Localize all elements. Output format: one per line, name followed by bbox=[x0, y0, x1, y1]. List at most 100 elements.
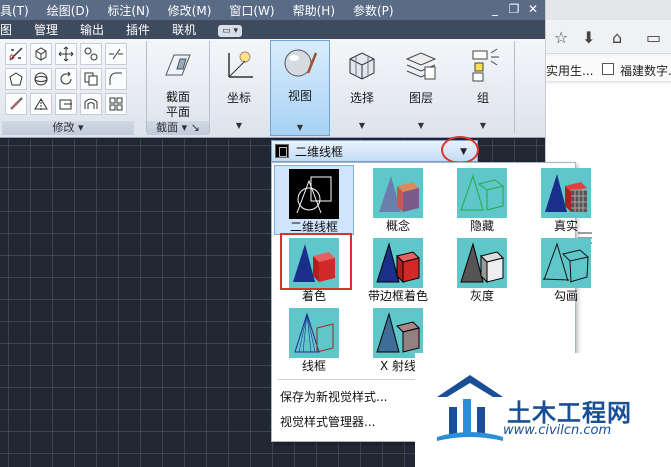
layers-label: 图层 bbox=[408, 91, 433, 105]
layers-button[interactable]: 图层 ▼ bbox=[393, 43, 449, 133]
browser-titlebar bbox=[546, 0, 671, 20]
rect-array-tool[interactable] bbox=[105, 93, 127, 115]
rotate-tool[interactable] bbox=[55, 68, 77, 90]
visual-style-sketchy[interactable]: 勾画 bbox=[526, 235, 606, 305]
grayscale-icon bbox=[457, 238, 507, 288]
fillet-icon bbox=[109, 72, 122, 85]
bookmark-item[interactable]: 福建数字... bbox=[620, 62, 671, 79]
tab-online[interactable]: 联机 bbox=[161, 21, 207, 38]
wireframe-2d-swatch-icon bbox=[275, 144, 289, 158]
visual-style-realistic[interactable]: 真实 bbox=[526, 165, 606, 235]
visual-style-grayscale[interactable]: 灰度 bbox=[442, 235, 522, 305]
menu-draw[interactable]: 绘图(D) bbox=[38, 2, 99, 19]
tab-view[interactable]: 图 bbox=[0, 21, 23, 38]
coordinates-button[interactable]: 坐标 ▼ bbox=[211, 43, 267, 133]
highlight-box bbox=[280, 233, 352, 290]
restore-icon[interactable]: ❐ bbox=[506, 1, 522, 17]
bookmark-item[interactable]: 实用生... bbox=[546, 62, 593, 79]
conceptual-icon bbox=[373, 168, 423, 218]
mirror-tool[interactable] bbox=[30, 93, 52, 115]
tab-output[interactable]: 输出 bbox=[69, 21, 115, 38]
visual-style-shaded-edges[interactable]: 带边框着色 bbox=[358, 235, 438, 305]
menu-dimension[interactable]: 标注(N) bbox=[98, 2, 158, 19]
fillet-tool[interactable] bbox=[105, 68, 127, 90]
visual-style-wireframe-2d[interactable]: 二维线框 bbox=[274, 165, 354, 235]
copy-tool[interactable] bbox=[80, 68, 102, 90]
watermark: 土木工程网 www.civilcn.com bbox=[415, 353, 671, 467]
array-tool[interactable] bbox=[5, 68, 27, 90]
view-button[interactable]: 视图 ▼ bbox=[270, 40, 330, 136]
home-icon[interactable]: ⌂ bbox=[612, 28, 622, 47]
menu-modify[interactable]: 修改(M) bbox=[159, 2, 221, 19]
rotate-icon bbox=[60, 71, 72, 85]
current-visual-style: 二维线框 bbox=[295, 144, 344, 159]
tab-extra-button[interactable]: ▭ ▾ bbox=[207, 22, 253, 37]
minimize-icon[interactable]: _ bbox=[487, 1, 503, 17]
visual-style-wireframe[interactable]: 线框 bbox=[274, 305, 354, 375]
group-button[interactable]: 组 ▼ bbox=[455, 43, 511, 133]
chevron-down-icon: ▼ bbox=[235, 121, 243, 130]
visual-style-conceptual[interactable]: 概念 bbox=[358, 165, 438, 235]
offset-icon bbox=[84, 98, 98, 109]
close-icon[interactable]: ✕ bbox=[525, 1, 541, 17]
panel-divider bbox=[514, 41, 515, 133]
panel-title-modify[interactable]: 修改 ▾ bbox=[2, 121, 134, 135]
chevron-down-icon: ▼ bbox=[479, 121, 487, 130]
menu-divider bbox=[278, 379, 418, 380]
page-icon bbox=[602, 63, 614, 75]
stretch-tool[interactable] bbox=[55, 93, 77, 115]
visual-style-manager-item[interactable]: 视觉样式管理器... bbox=[280, 413, 375, 430]
coordinates-label: 坐标 bbox=[226, 91, 251, 105]
panel-title-section[interactable]: 截面 ▾ ↘ bbox=[147, 121, 209, 135]
watermark-url: www.civilcn.com bbox=[503, 423, 612, 438]
menu-parametric[interactable]: 参数(P) bbox=[344, 2, 403, 19]
sphere-icon bbox=[34, 72, 48, 86]
brush-icon bbox=[10, 97, 23, 110]
section-plane-button[interactable]: 截面 平面 bbox=[150, 43, 206, 133]
browser-toolbar: ☆ ⬇ ⌂ ▭ bbox=[546, 22, 671, 54]
panel-divider bbox=[209, 41, 210, 133]
copy-icon bbox=[84, 72, 98, 86]
menu-help[interactable]: 帮助(H) bbox=[284, 2, 344, 19]
ribbon-tab-bar: 图 管理 输出 插件 联机 ▭ ▾ bbox=[0, 20, 545, 39]
visual-style-icon bbox=[284, 49, 318, 77]
panel-divider bbox=[146, 41, 147, 133]
chat-icon[interactable]: ▭ bbox=[646, 28, 661, 47]
layers-icon bbox=[405, 52, 437, 80]
view-label: 视图 bbox=[287, 89, 312, 103]
offset-tool[interactable] bbox=[80, 93, 102, 115]
chevron-down-icon: ▼ bbox=[358, 121, 366, 130]
highlight-circle bbox=[441, 136, 479, 164]
menu-window[interactable]: 窗口(W) bbox=[220, 2, 283, 19]
save-visual-style-item[interactable]: 保存为新视觉样式... bbox=[280, 388, 387, 405]
chevron-down-icon: ▼ bbox=[417, 121, 425, 130]
wireframe-2d-icon bbox=[289, 169, 339, 219]
cube-icon bbox=[35, 47, 47, 61]
scale-tool[interactable] bbox=[80, 43, 102, 65]
menu-tools[interactable]: 具(T) bbox=[0, 2, 38, 19]
select-button[interactable]: 选择 ▼ bbox=[334, 43, 390, 133]
explode-tool[interactable] bbox=[5, 43, 27, 65]
select-label: 选择 bbox=[349, 91, 374, 105]
trim-tool[interactable] bbox=[105, 43, 127, 65]
grid-array-icon bbox=[109, 97, 123, 111]
sphere-tool[interactable] bbox=[30, 68, 52, 90]
visual-style-dropdown[interactable]: 二维线框 ▼ bbox=[271, 136, 479, 164]
polygon-icon bbox=[9, 72, 23, 86]
hidden-icon bbox=[457, 168, 507, 218]
chevron-down-icon: ▼ bbox=[296, 123, 304, 132]
modify-tool-grid bbox=[5, 43, 127, 116]
visual-style-hidden[interactable]: 隐藏 bbox=[442, 165, 522, 235]
box-tool[interactable] bbox=[30, 43, 52, 65]
star-icon[interactable]: ☆ bbox=[554, 28, 568, 47]
explode-icon bbox=[9, 47, 23, 61]
download-icon[interactable]: ⬇ bbox=[582, 28, 595, 47]
tab-plugins[interactable]: 插件 bbox=[115, 21, 161, 38]
group-label: 组 bbox=[476, 91, 489, 105]
paint-tool[interactable] bbox=[5, 93, 27, 115]
tab-manage[interactable]: 管理 bbox=[23, 21, 69, 38]
bookmarks-bar: 实用生... 福建数字... bbox=[546, 56, 671, 82]
wireframe-icon bbox=[289, 308, 339, 358]
move-tool[interactable] bbox=[55, 43, 77, 65]
group-icon bbox=[472, 48, 499, 82]
